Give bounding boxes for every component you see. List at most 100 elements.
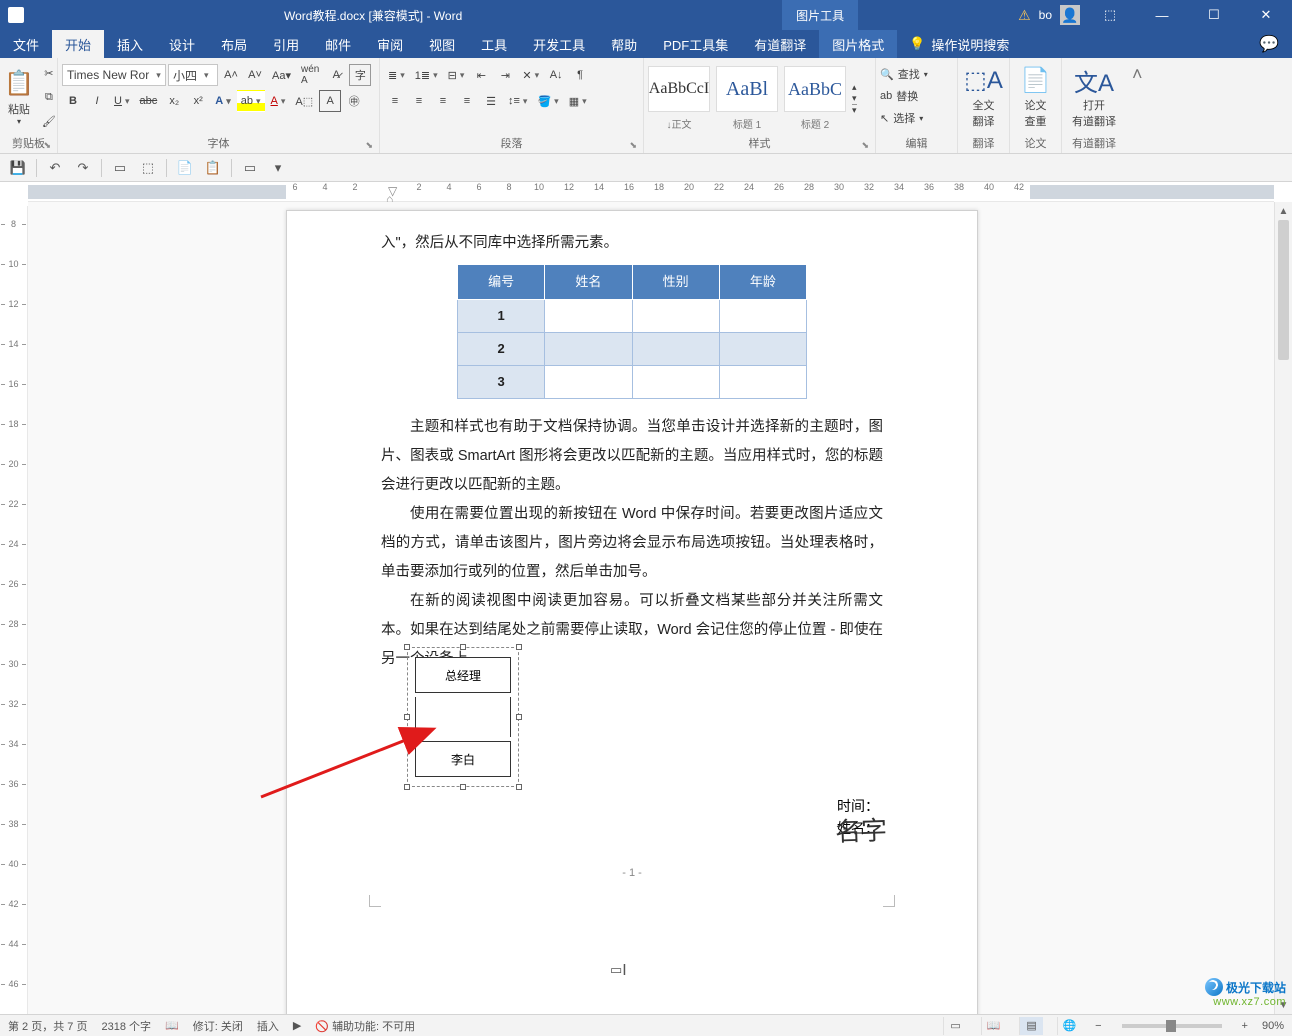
smartart-object[interactable]: 总经理 李白 — [407, 647, 519, 787]
print-layout-button[interactable]: ▤ — [1019, 1017, 1043, 1035]
clipboard-launcher[interactable]: ⬊ — [43, 140, 51, 151]
underline-button[interactable]: U — [110, 90, 133, 112]
distribute-button[interactable]: ☰ — [480, 90, 502, 112]
tab-picture-format[interactable]: 图片格式 — [819, 30, 897, 58]
font-launcher[interactable]: ⬊ — [365, 140, 373, 151]
maximize-button[interactable]: ☐ — [1192, 0, 1236, 30]
qat-btn-4[interactable]: 📋 — [201, 157, 225, 179]
horizontal-ruler[interactable]: 6422468101214161820222426283032343638404… — [28, 182, 1274, 202]
tab-developer[interactable]: 开发工具 — [520, 30, 598, 58]
qat-btn-1[interactable]: ▭ — [108, 157, 132, 179]
numbering-button[interactable]: 1≣ — [411, 64, 442, 86]
strikethrough-button[interactable]: abc — [135, 90, 161, 112]
font-family-combo[interactable]: Times New Ror — [62, 64, 166, 86]
page-indicator[interactable]: 第 2 页，共 7 页 — [8, 1018, 87, 1034]
clear-formatting-button[interactable]: A̷ — [325, 64, 347, 86]
zoom-slider[interactable] — [1122, 1024, 1222, 1028]
focus-mode-button[interactable]: ▭ — [943, 1017, 967, 1035]
resize-handle[interactable] — [516, 784, 522, 790]
format-painter-button[interactable]: 🖌 — [38, 110, 60, 132]
qat-btn-2[interactable]: ⬚ — [136, 157, 160, 179]
tab-help[interactable]: 帮助 — [598, 30, 650, 58]
line-spacing-button[interactable]: ↕≡ — [504, 90, 531, 112]
accessibility-status[interactable]: 🚫 辅助功能: 不可用 — [315, 1018, 415, 1034]
asian-layout-button[interactable]: ✕ — [518, 64, 543, 86]
tab-file[interactable]: 文件 — [0, 30, 52, 58]
macro-icon[interactable]: ▶ — [293, 1019, 301, 1032]
document-canvas[interactable]: 入"，然后从不同库中选择所需元素。 编号 姓名 性别 年龄 1 2 3 主题和样… — [28, 202, 1274, 1014]
style-heading2[interactable]: AaBbC 标题 2 — [784, 66, 846, 131]
multilevel-button[interactable]: ⊟ — [444, 64, 469, 86]
align-right-button[interactable]: ≡ — [432, 90, 454, 112]
vertical-scrollbar[interactable]: ▲ ▼ — [1274, 202, 1292, 1014]
justify-button[interactable]: ≡ — [456, 90, 478, 112]
tab-layout[interactable]: 布局 — [208, 30, 260, 58]
web-layout-button[interactable]: 🌐 — [1057, 1017, 1081, 1035]
decrease-indent-button[interactable]: ⇤ — [470, 64, 492, 86]
align-left-button[interactable]: ≡ — [384, 90, 406, 112]
change-case-button[interactable]: Aa▾ — [268, 64, 295, 86]
styles-launcher[interactable]: ⬊ — [861, 140, 869, 151]
resize-handle[interactable] — [516, 714, 522, 720]
italic-button[interactable]: I — [86, 90, 108, 112]
highlight-button[interactable]: ab — [237, 90, 265, 112]
circle-char-button[interactable]: ㊥ — [343, 90, 365, 112]
qat-btn-5[interactable]: ▭ — [238, 157, 262, 179]
char-shading-button[interactable]: A⬚ — [291, 90, 317, 112]
resize-handle[interactable] — [404, 714, 410, 720]
tab-tools[interactable]: 工具 — [468, 30, 520, 58]
zoom-out-button[interactable]: − — [1095, 1020, 1101, 1032]
open-youdao-button[interactable]: 文A打开 有道翻译 — [1066, 60, 1122, 132]
style-normal[interactable]: AaBbCcI ↓正文 — [648, 66, 710, 131]
zoom-slider-knob[interactable] — [1166, 1020, 1176, 1032]
thesis-check-button[interactable]: 📄论文 查重 — [1014, 60, 1057, 132]
subscript-button[interactable]: x₂ — [163, 90, 185, 112]
borders-button[interactable]: ▦ — [565, 90, 591, 112]
styles-gallery-expand[interactable]: ▴▾▾ — [852, 82, 857, 116]
shrink-font-button[interactable]: A˅ — [244, 64, 266, 86]
sort-button[interactable]: A↓ — [545, 64, 567, 86]
resize-handle[interactable] — [460, 784, 466, 790]
undo-button[interactable]: ↶ — [43, 157, 67, 179]
superscript-button[interactable]: x² — [187, 90, 209, 112]
redo-button[interactable]: ↷ — [71, 157, 95, 179]
ribbon-display-options[interactable]: ⬚ — [1088, 0, 1132, 30]
collapse-ribbon-button[interactable]: ˄ — [1126, 58, 1149, 153]
qat-customize[interactable]: ▾ — [266, 157, 290, 179]
read-mode-button[interactable]: 📖 — [981, 1017, 1005, 1035]
style-heading1[interactable]: AaBl 标题 1 — [716, 66, 778, 131]
resize-handle[interactable] — [404, 784, 410, 790]
insert-mode[interactable]: 插入 — [257, 1018, 279, 1034]
font-size-combo[interactable]: 小四 — [168, 64, 218, 86]
spellcheck-icon[interactable]: 📖 — [165, 1019, 179, 1032]
word-count[interactable]: 2318 个字 — [101, 1018, 151, 1034]
increase-indent-button[interactable]: ⇥ — [494, 64, 516, 86]
select-button[interactable]: ↖选择▾ — [880, 108, 923, 128]
paragraph-launcher[interactable]: ⬊ — [629, 140, 637, 151]
paste-button[interactable]: 📋 粘贴 ▾ — [4, 60, 34, 132]
text-effects-button[interactable]: A — [211, 90, 234, 112]
tab-design[interactable]: 设计 — [156, 30, 208, 58]
cut-button[interactable]: ✂ — [38, 62, 60, 84]
tab-youdao[interactable]: 有道翻译 — [741, 30, 819, 58]
layout-options-icon[interactable]: ▭Ⅰ — [610, 960, 627, 978]
full-translate-button[interactable]: ⬚A全文 翻译 — [962, 60, 1005, 132]
tab-view[interactable]: 视图 — [416, 30, 468, 58]
replace-button[interactable]: ab替换 — [880, 86, 918, 106]
tell-me-search[interactable]: 💡 操作说明搜索 — [897, 30, 1021, 58]
resize-handle[interactable] — [460, 644, 466, 650]
tab-mailings[interactable]: 邮件 — [312, 30, 364, 58]
tab-home[interactable]: 开始 — [52, 30, 104, 58]
scrollbar-thumb[interactable] — [1278, 220, 1289, 360]
enclose-char-button[interactable]: 字 — [349, 64, 371, 86]
char-border-button[interactable]: A — [319, 90, 341, 112]
bullets-button[interactable]: ≣ — [384, 64, 409, 86]
track-changes-status[interactable]: 修订: 关闭 — [193, 1018, 243, 1034]
zoom-level[interactable]: 90% — [1262, 1020, 1284, 1032]
zoom-in-button[interactable]: + — [1242, 1020, 1248, 1032]
find-button[interactable]: 🔍查找▾ — [880, 64, 928, 84]
close-button[interactable]: ✕ — [1244, 0, 1288, 30]
tab-references[interactable]: 引用 — [260, 30, 312, 58]
copy-button[interactable]: ⧉ — [38, 86, 60, 108]
qat-btn-3[interactable]: 📄 — [173, 157, 197, 179]
